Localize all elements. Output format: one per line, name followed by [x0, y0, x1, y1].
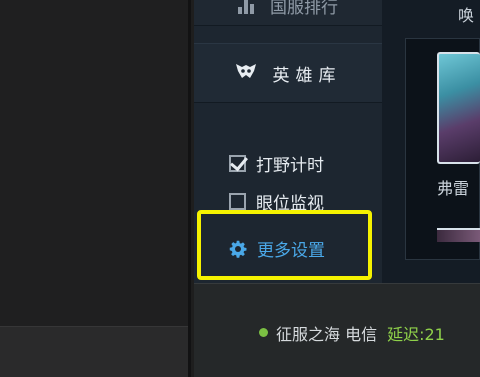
nav-rank-label: 国服排行	[270, 0, 338, 18]
left-bottom-strip	[0, 326, 191, 377]
hero-name: 弗雷	[437, 179, 470, 198]
bar-chart-icon	[238, 0, 254, 14]
pane-divider	[188, 0, 191, 377]
jungle-timer-checkbox[interactable]	[229, 155, 246, 172]
ward-monitor-checkbox[interactable]	[229, 193, 246, 210]
highlight-box	[197, 210, 372, 280]
server-status: 征服之海 电信 延迟:21	[276, 321, 445, 345]
nav-hero-library-label: 英雄库	[272, 65, 342, 86]
hero-portrait[interactable]	[437, 52, 480, 164]
summon-label: 唤	[458, 6, 475, 25]
jungle-timer-label: 打野计时	[256, 156, 324, 176]
nav-rank[interactable]: 国服排行	[194, 0, 382, 26]
left-pane	[0, 0, 191, 377]
jungle-timer-option[interactable]: 打野计时	[229, 151, 324, 176]
hero-portrait-next[interactable]	[437, 228, 480, 242]
nav-hero-library[interactable]: 英雄库	[194, 43, 382, 103]
latency-value: 延迟:21	[387, 325, 445, 344]
online-status-icon	[259, 328, 268, 337]
server-name: 征服之海 电信	[276, 325, 378, 344]
hero-mask-icon	[235, 62, 257, 85]
